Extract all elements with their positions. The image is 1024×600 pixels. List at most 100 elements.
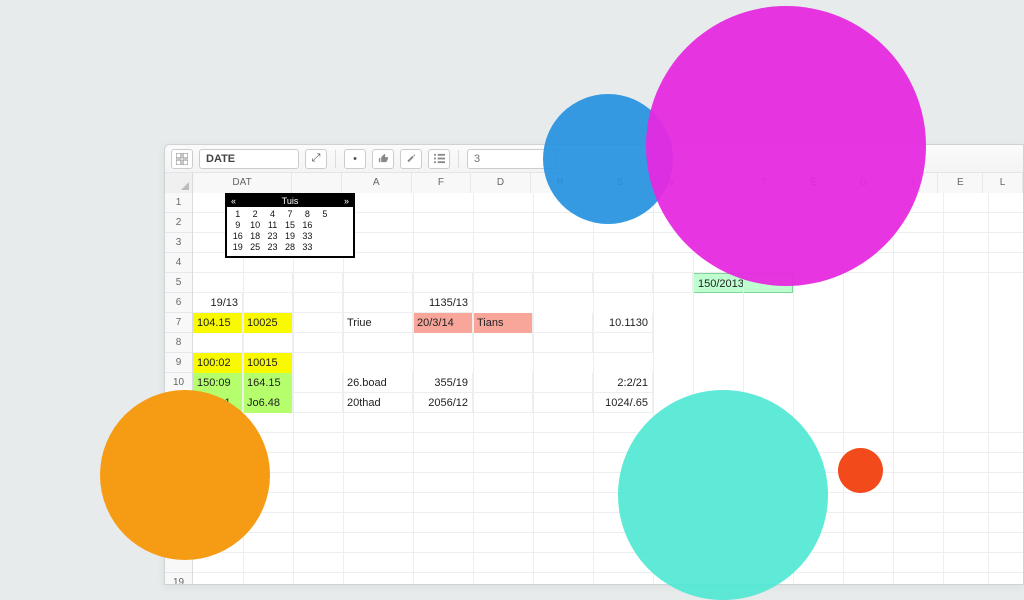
cell[interactable] (293, 373, 343, 393)
cell[interactable]: 2:2/21 (593, 373, 653, 393)
column-header[interactable]: L (983, 173, 1023, 193)
calendar-day[interactable]: 33 (299, 242, 316, 253)
calendar-day[interactable]: 4 (264, 209, 281, 220)
cell[interactable] (193, 473, 1024, 493)
pin-icon-button[interactable]: • (344, 149, 366, 169)
cell[interactable] (243, 293, 293, 313)
cell[interactable]: 164.15 (243, 373, 293, 393)
cell-area[interactable]: /* rows drawn via absolute positioning b… (193, 193, 1023, 584)
calendar-day[interactable] (316, 231, 333, 242)
cell[interactable]: 20thad (343, 393, 413, 413)
cell[interactable]: 355/19 (413, 373, 473, 393)
row-header[interactable]: 6 (165, 293, 192, 313)
calendar-next-icon[interactable]: » (344, 196, 349, 206)
expand-icon-button[interactable]: ⤢ (305, 149, 327, 169)
calendar-day[interactable]: 5 (316, 209, 333, 220)
row-header[interactable]: 7 (165, 313, 192, 333)
column-header[interactable] (292, 173, 342, 193)
row-header[interactable]: 4 (165, 253, 192, 273)
select-all-corner[interactable] (165, 173, 193, 193)
highlight-icon-button[interactable] (400, 149, 422, 169)
column-header[interactable]: E (938, 173, 983, 193)
cell[interactable] (243, 333, 293, 353)
cell[interactable] (473, 393, 533, 413)
calendar-day[interactable]: 15 (281, 220, 298, 231)
calendar-day[interactable]: 11 (264, 220, 281, 231)
calendar-day[interactable]: 18 (246, 231, 263, 242)
cell[interactable] (193, 533, 1024, 553)
cell[interactable]: 104.15 (193, 313, 243, 333)
column-header[interactable]: A (342, 173, 412, 193)
row-header[interactable]: 5 (165, 273, 192, 293)
row-header[interactable]: 2 (165, 213, 192, 233)
cell[interactable]: 10025 (243, 313, 293, 333)
column-header[interactable]: D (471, 173, 531, 193)
cell[interactable] (293, 273, 343, 293)
cell[interactable]: 26.boad (343, 373, 413, 393)
calendar-day[interactable]: 23 (264, 242, 281, 253)
calendar-day[interactable]: 25 (246, 242, 263, 253)
calendar-day[interactable]: 8 (299, 209, 316, 220)
cell[interactable] (473, 333, 533, 353)
cell[interactable]: 100:02 (193, 353, 243, 373)
cell[interactable] (473, 273, 533, 293)
calendar-day[interactable]: 16 (229, 231, 246, 242)
cell[interactable] (593, 333, 653, 353)
cell[interactable] (533, 273, 593, 293)
cell[interactable] (653, 273, 693, 293)
thumb-icon-button[interactable] (372, 149, 394, 169)
cell[interactable] (293, 293, 343, 313)
cell[interactable] (193, 513, 1024, 533)
cell[interactable]: Triue (343, 313, 413, 333)
calendar-popup[interactable]: « Tuis » 124785 910111516 1618231933 192… (225, 193, 355, 258)
calendar-day[interactable]: 2 (246, 209, 263, 220)
cell[interactable] (343, 293, 413, 313)
calendar-day[interactable]: 19 (281, 231, 298, 242)
cell[interactable] (293, 333, 343, 353)
cell[interactable]: 1024/.65 (593, 393, 653, 413)
cell[interactable] (193, 413, 1024, 433)
calendar-day[interactable]: 28 (281, 242, 298, 253)
calendar-day[interactable] (334, 220, 351, 231)
cell[interactable] (193, 573, 1024, 585)
cell[interactable]: 10015 (243, 353, 293, 373)
calendar-day[interactable]: 9 (229, 220, 246, 231)
cell[interactable] (533, 333, 593, 353)
grid-icon-button[interactable] (171, 149, 193, 169)
cell[interactable]: 2056/12 (413, 393, 473, 413)
cell[interactable]: Jo6.48 (243, 393, 293, 413)
row-header[interactable]: 8 (165, 333, 192, 353)
calendar-day[interactable]: 33 (299, 231, 316, 242)
cell[interactable] (193, 433, 1024, 453)
cell[interactable] (343, 273, 413, 293)
row-header[interactable]: 1 (165, 193, 192, 213)
row-header[interactable]: 9 (165, 353, 192, 373)
cell[interactable] (413, 273, 473, 293)
calendar-prev-icon[interactable]: « (231, 196, 236, 206)
row-header[interactable]: 19 (165, 573, 192, 585)
cell[interactable] (473, 373, 533, 393)
calendar-day[interactable] (316, 220, 333, 231)
calendar-day[interactable]: 16 (299, 220, 316, 231)
cell[interactable]: 150:09 (193, 373, 243, 393)
calendar-day[interactable] (334, 231, 351, 242)
cell[interactable] (533, 393, 593, 413)
cell[interactable] (343, 333, 413, 353)
cell[interactable] (533, 313, 593, 333)
list-icon-button[interactable] (428, 149, 450, 169)
cell[interactable] (593, 273, 653, 293)
calendar-day[interactable]: 23 (264, 231, 281, 242)
cell[interactable]: 20/3/14 (413, 313, 473, 333)
cell[interactable] (193, 493, 1024, 513)
column-header[interactable]: F (412, 173, 472, 193)
cell[interactable] (533, 373, 593, 393)
calendar-day[interactable]: 1 (229, 209, 246, 220)
calendar-day[interactable]: 10 (246, 220, 263, 231)
calendar-day[interactable] (334, 209, 351, 220)
column-header[interactable]: DAT (193, 173, 292, 193)
calendar-day[interactable]: 19 (229, 242, 246, 253)
cell[interactable] (193, 333, 243, 353)
cell[interactable] (193, 553, 1024, 573)
name-box-input[interactable] (199, 149, 299, 169)
cell[interactable]: 19/13 (193, 293, 243, 313)
